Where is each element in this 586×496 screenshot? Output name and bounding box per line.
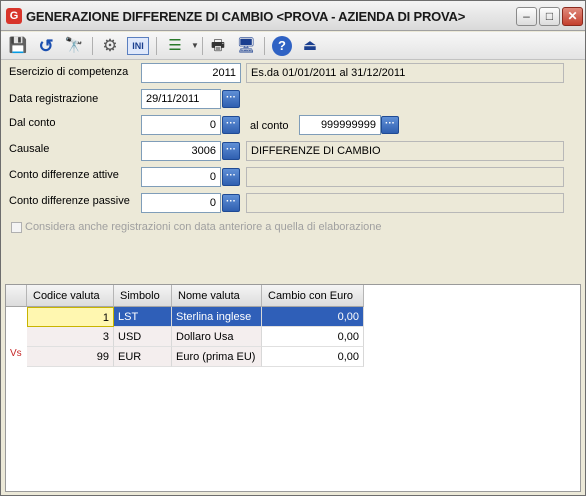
grid-cell-nome[interactable]: Dollaro Usa	[172, 327, 262, 347]
al-conto-lookup-button[interactable]: ···	[381, 116, 399, 134]
ini-icon[interactable]: INI	[127, 37, 149, 55]
column-header-codice[interactable]: Codice valuta	[27, 285, 114, 307]
toolbar-separator	[264, 37, 265, 55]
causale-lookup-button[interactable]: ···	[222, 142, 240, 160]
causale-description: DIFFERENZE DI CAMBIO	[246, 141, 564, 161]
grid-cell-codice[interactable]: 3	[27, 327, 114, 347]
conto-attive-field[interactable]: 0	[141, 167, 221, 187]
title-bar: G GENERAZIONE DIFFERENZE DI CAMBIO <PROV…	[1, 1, 585, 31]
toolbar: 💾 ↺ 🔭 ⚙ INI ☰ ▼ 🖶 🖥 ? ⏏	[1, 32, 585, 60]
data-registrazione-label: Data registrazione	[9, 93, 99, 105]
grid-cell-simbolo[interactable]: USD	[114, 327, 172, 347]
app-icon: G	[6, 8, 22, 24]
column-header-simbolo[interactable]: Simbolo	[114, 285, 172, 307]
column-header-nome[interactable]: Nome valuta	[172, 285, 262, 307]
minimize-button[interactable]: –	[516, 7, 537, 26]
list-icon[interactable]: ☰	[164, 35, 186, 57]
column-header-cambio[interactable]: Cambio con Euro	[262, 285, 364, 307]
grid-cell-cambio[interactable]: 0,00	[262, 347, 364, 367]
grid-cell-codice[interactable]: 1	[27, 307, 114, 327]
al-conto-label: al conto	[250, 120, 289, 132]
data-registrazione-field[interactable]: 29/11/2011	[141, 89, 221, 109]
conto-passive-description	[246, 193, 564, 213]
dal-conto-lookup-button[interactable]: ···	[222, 116, 240, 134]
esercizio-description: Es.da 01/01/2011 al 31/12/2011	[246, 63, 564, 83]
window-title: GENERAZIONE DIFFERENZE DI CAMBIO <PROVA …	[26, 9, 466, 24]
conto-passive-label: Conto differenze passive	[9, 195, 130, 207]
conto-passive-field[interactable]: 0	[141, 193, 221, 213]
save-icon[interactable]: 💾	[7, 35, 29, 57]
grid-cell-nome[interactable]: Sterlina inglese	[172, 307, 262, 327]
help-icon[interactable]: ?	[272, 36, 292, 56]
conto-attive-label: Conto differenze attive	[9, 169, 119, 181]
grid-cell-cambio[interactable]: 0,00	[262, 307, 364, 327]
considera-label: Considera anche registrazioni con data a…	[25, 221, 382, 233]
grid-cell-simbolo[interactable]: EUR	[114, 347, 172, 367]
grid-corner	[6, 285, 27, 307]
considera-checkbox[interactable]	[11, 222, 22, 233]
al-conto-field[interactable]: 999999999	[299, 115, 381, 135]
toolbar-separator	[92, 37, 93, 55]
dal-conto-label: Dal conto	[9, 117, 56, 129]
search-icon[interactable]: 🔭	[63, 35, 85, 57]
main-window: G GENERAZIONE DIFFERENZE DI CAMBIO <PROV…	[0, 0, 586, 496]
causale-field[interactable]: 3006	[141, 141, 221, 161]
conto-passive-lookup-button[interactable]: ···	[222, 194, 240, 212]
monitor-icon[interactable]: 🖥	[235, 35, 257, 57]
form-panel: Esercizio di competenza 2011 Es.da 01/01…	[1, 61, 585, 283]
currency-grid: Codice valuta Simbolo Nome valuta Cambio…	[5, 284, 581, 492]
esercizio-field[interactable]: 2011	[141, 63, 241, 83]
undo-icon[interactable]: ↺	[35, 35, 57, 57]
maximize-button[interactable]: □	[539, 7, 560, 26]
exit-icon[interactable]: ⏏	[299, 35, 321, 57]
causale-label: Causale	[9, 143, 50, 155]
esercizio-label: Esercizio di competenza	[9, 66, 129, 78]
row-indicator: Vs	[10, 348, 22, 359]
close-button[interactable]: ✕	[562, 7, 583, 26]
grid-cell-nome[interactable]: Euro (prima EU)	[172, 347, 262, 367]
toolbar-separator	[156, 37, 157, 55]
dal-conto-field[interactable]: 0	[141, 115, 221, 135]
date-picker-button[interactable]: ···	[222, 90, 240, 108]
conto-attive-description	[246, 167, 564, 187]
grid-cell-cambio[interactable]: 0,00	[262, 327, 364, 347]
grid-cell-simbolo[interactable]: LST	[114, 307, 172, 327]
grid-cell-codice[interactable]: 99	[27, 347, 114, 367]
toolbar-separator	[202, 37, 203, 55]
gear-icon[interactable]: ⚙	[99, 35, 121, 57]
conto-attive-lookup-button[interactable]: ···	[222, 168, 240, 186]
print-icon[interactable]: 🖶	[207, 35, 229, 57]
